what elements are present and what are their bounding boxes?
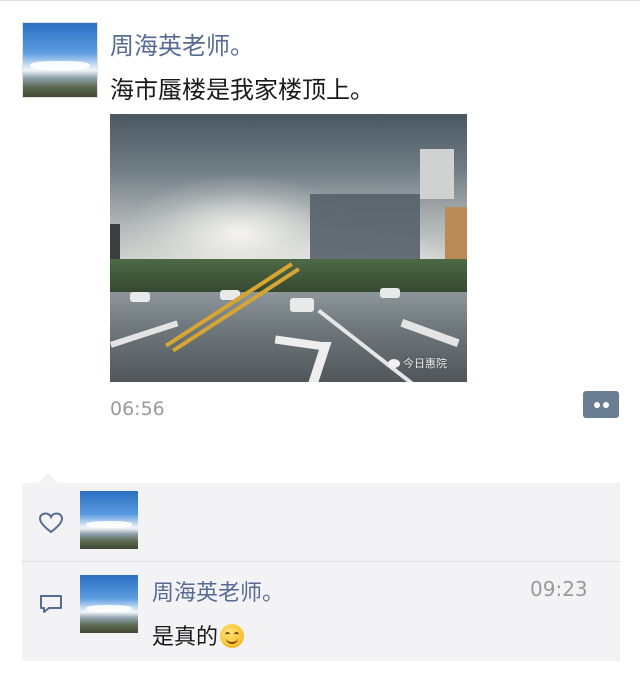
top-divider xyxy=(0,0,640,1)
comment-text-content: 是真的 xyxy=(152,625,219,650)
author-avatar[interactable] xyxy=(22,22,98,98)
post-image[interactable]: 今日惠院 xyxy=(110,114,467,382)
heart-icon xyxy=(38,512,64,534)
post-author-name[interactable]: 周海英老师。 xyxy=(110,26,254,61)
smile-emoji-icon xyxy=(220,624,245,648)
image-car xyxy=(130,292,150,302)
comment-icon xyxy=(40,595,62,613)
image-building xyxy=(445,207,467,267)
commenter-name[interactable]: 周海英老师。 xyxy=(152,575,284,607)
image-car xyxy=(380,288,400,298)
post-text: 海市蜃楼是我家楼顶上。 xyxy=(110,76,374,104)
comment-menu-button[interactable] xyxy=(583,391,619,418)
watermark-text: 今日惠院 xyxy=(403,357,447,370)
watermark-icon xyxy=(388,359,400,368)
comment-timestamp: 09:23 xyxy=(530,577,588,601)
commenter-avatar[interactable] xyxy=(80,575,138,633)
image-mirage-patch xyxy=(310,194,420,264)
comment-text[interactable]: 是真的 xyxy=(152,619,245,651)
dot-icon xyxy=(603,402,609,408)
dot-icon xyxy=(594,402,600,408)
emoji-mouth xyxy=(226,636,239,644)
image-watermark: 今日惠院 xyxy=(388,355,447,371)
image-car xyxy=(290,298,314,312)
image-mirage-patch-small xyxy=(420,149,454,199)
panel-caret xyxy=(38,473,58,483)
panel-divider xyxy=(22,561,620,562)
like-user-avatar[interactable] xyxy=(80,491,138,549)
post-timestamp: 06:56 xyxy=(110,398,165,420)
